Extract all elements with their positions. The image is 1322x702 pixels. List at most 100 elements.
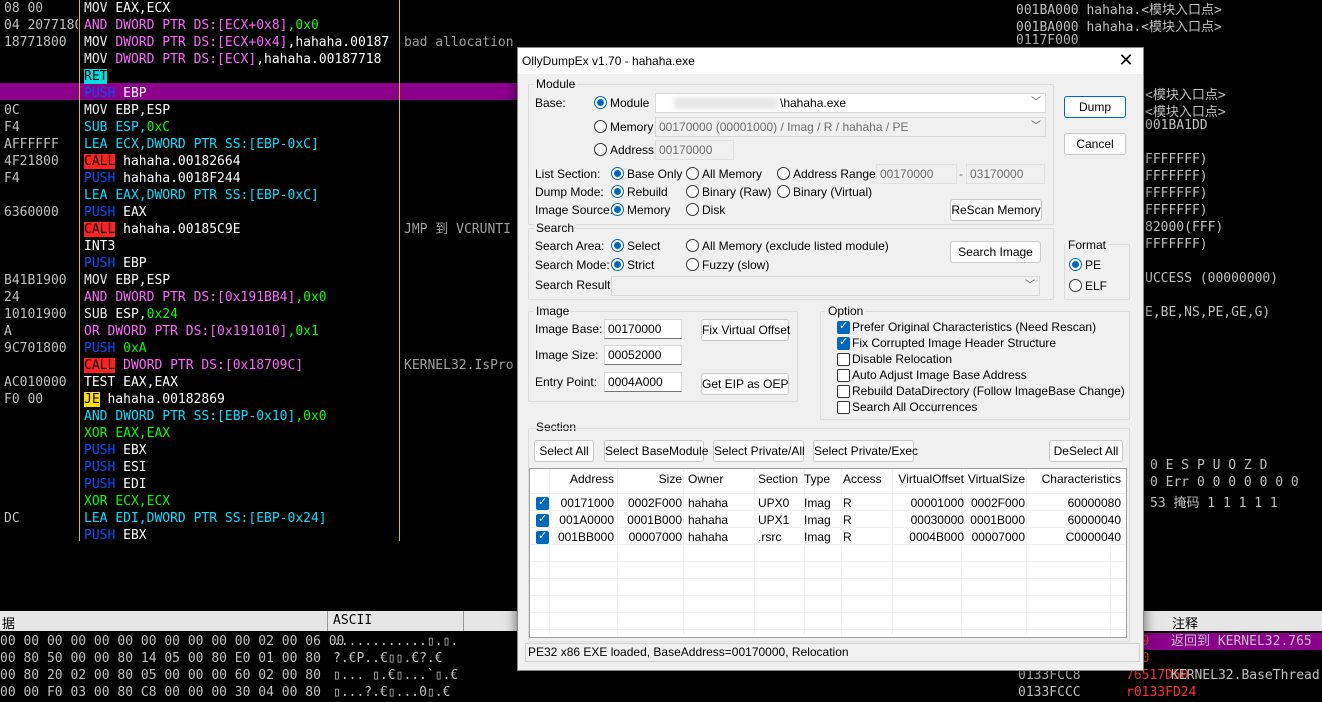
radio-format-pe[interactable] [1069,258,1082,271]
column-header[interactable]: Section [758,472,800,486]
operand: ,0x0 [295,290,327,305]
code-column[interactable]: MOV EAX,ECX AND DWORD PTR DS:[ECX+0x8],0x… [84,0,404,541]
option-checkbox[interactable] [837,385,850,398]
section-cell: 00030000 [910,513,964,527]
option-checkbox[interactable] [837,369,850,382]
section-row-checkbox[interactable] [536,512,549,527]
radio-address[interactable] [594,143,607,156]
instruction-row[interactable]: PUSH EBP [84,85,404,102]
dialog-titlebar[interactable]: OllyDumpEx v1.70 - hahaha.exe ✕ [518,48,1143,74]
address-field[interactable]: 00170000 [655,140,734,160]
instruction-row[interactable]: XOR EAX,EAX [84,425,404,442]
column-header[interactable]: Type [804,472,838,486]
radio-address-range-label: Address Range [793,167,876,181]
get-eip-as-oep-button[interactable]: Get EIP as OEP [701,373,789,395]
instruction-row[interactable]: PUSH EAX [84,204,404,221]
instruction-row[interactable]: MOV EAX,ECX [84,0,404,17]
mnemonic: RET [84,69,108,84]
radio-fuzzy[interactable] [686,258,699,271]
radio-binary-virtual[interactable] [777,185,790,198]
instruction-row[interactable]: SUB ESP,0x24 [84,306,404,323]
instruction-row[interactable]: PUSH EBP [84,255,404,272]
instruction-row[interactable]: CALL DWORD PTR DS:[0x18709C] [84,357,404,374]
radio-module[interactable] [594,96,607,109]
instruction-row[interactable]: TEST EAX,EAX [84,374,404,391]
select-base-module-button[interactable]: Select BaseModule [604,440,708,462]
column-header[interactable]: VirtualOffset [896,472,964,486]
entry-point-field[interactable]: 0004A000 [604,372,682,392]
radio-all-memory[interactable] [686,167,699,180]
option-checkbox[interactable] [837,353,850,366]
stack-row[interactable]: 0133FCCC r0133FD24 [1000,684,1322,701]
instruction-row[interactable]: SUB ESP,0xC [84,119,404,136]
image-size-field[interactable]: 00052000 [604,345,682,365]
radio-source-memory-label: Memory [627,203,671,217]
radio-search-select[interactable] [611,239,624,252]
image-base-field[interactable]: 00170000 [604,319,682,339]
instruction-row[interactable]: MOV DWORD PTR DS:[ECX+0x4],hahaha.00187 [84,34,404,51]
instruction-row[interactable]: MOV DWORD PTR DS:[ECX],hahaha.00187718 [84,51,404,68]
instruction-row[interactable]: OR DWORD PTR DS:[0x191010],0x1 [84,323,404,340]
instruction-row[interactable]: JE hahaha.00182869 [84,391,404,408]
range-from-field[interactable]: 00170000 [876,164,957,184]
instruction-row[interactable]: PUSH EBX [84,442,404,459]
cancel-button[interactable]: Cancel [1064,133,1126,155]
select-private-all-button[interactable]: Select Private/All [713,440,805,462]
instruction-row[interactable]: PUSH 0xA [84,340,404,357]
instruction-row[interactable]: AND DWORD PTR DS:[ECX+0x8],0x0 [84,17,404,34]
instruction-row[interactable]: RET [84,68,404,85]
section-cell: Imag [804,513,831,527]
instruction-row[interactable]: MOV EBP,ESP [84,102,404,119]
column-header[interactable]: Size [616,472,682,486]
instruction-row[interactable]: CALL hahaha.00182664 [84,153,404,170]
section-row-checkbox[interactable] [536,495,549,510]
memory-combo[interactable]: 00170000 (00001000) / Imag / R / hahaha … [655,117,1046,137]
instruction-row[interactable]: LEA ECX,DWORD PTR SS:[EBP-0xC] [84,136,404,153]
radio-format-elf[interactable] [1069,279,1082,292]
mnemonic: XOR [84,494,108,509]
radio-rebuild[interactable] [611,185,624,198]
instruction-row[interactable]: LEA EDI,DWORD PTR SS:[EBP-0x24] [84,510,404,527]
column-header[interactable]: Access [843,472,891,486]
search-image-button[interactable]: Search Image [950,241,1041,263]
radio-search-all-memory[interactable] [686,239,699,252]
close-icon[interactable]: ✕ [1117,50,1135,71]
section-table[interactable]: Address Size Owner Section Type Access Virtual… [529,468,1127,638]
column-header[interactable]: Address [552,472,614,486]
instruction-row[interactable]: CALL hahaha.00185C9E [84,221,404,238]
select-private-exec-button[interactable]: Select Private/Exec [813,440,918,462]
dump-button[interactable]: Dump [1064,96,1126,118]
select-all-button[interactable]: Select All [534,440,594,462]
range-to-field[interactable]: 03170000 [966,164,1045,184]
operand: DWORD PTR DS:[ECX] [115,52,257,67]
radio-source-disk[interactable] [686,203,699,216]
instruction-row[interactable]: INT3 [84,238,404,255]
instruction-row[interactable]: PUSH ESI [84,459,404,476]
radio-memory[interactable] [594,120,607,133]
radio-address-range[interactable] [777,167,790,180]
column-header[interactable]: Characteristics [1031,472,1121,486]
instruction-row[interactable]: AND DWORD PTR SS:[EBP-0x10],0x0 [84,408,404,425]
instruction-row[interactable]: LEA EAX,DWORD PTR SS:[EBP-0xC] [84,187,404,204]
column-header[interactable]: VirtualSize [967,472,1025,486]
instruction-row[interactable]: MOV EBP,ESP [84,272,404,289]
section-row-checkbox[interactable] [536,529,549,544]
instruction-row[interactable]: PUSH EBX [84,527,404,541]
radio-binary-raw[interactable] [686,185,699,198]
option-checkbox[interactable] [837,401,850,414]
search-result-combo[interactable]: ﹀ [611,276,1040,296]
rescan-memory-button[interactable]: ReScan Memory [950,199,1042,221]
radio-source-memory[interactable] [611,203,624,216]
deselect-all-button[interactable]: DeSelect All [1049,440,1123,462]
fix-virtual-offset-button[interactable]: Fix Virtual Offset [701,319,790,341]
radio-strict[interactable] [611,258,624,271]
instruction-row[interactable]: PUSH hahaha.0018F244 [84,170,404,187]
column-header[interactable]: Owner [688,472,752,486]
module-combo[interactable]: \hahaha.exe ﹀ [655,93,1046,113]
instruction-row[interactable]: PUSH EDI [84,476,404,493]
option-checkbox[interactable] [837,319,850,334]
option-checkbox[interactable] [837,335,850,350]
instruction-row[interactable]: XOR ECX,ECX [84,493,404,510]
radio-base-only[interactable] [611,167,624,180]
instruction-row[interactable]: AND DWORD PTR DS:[0x191BB4],0x0 [84,289,404,306]
